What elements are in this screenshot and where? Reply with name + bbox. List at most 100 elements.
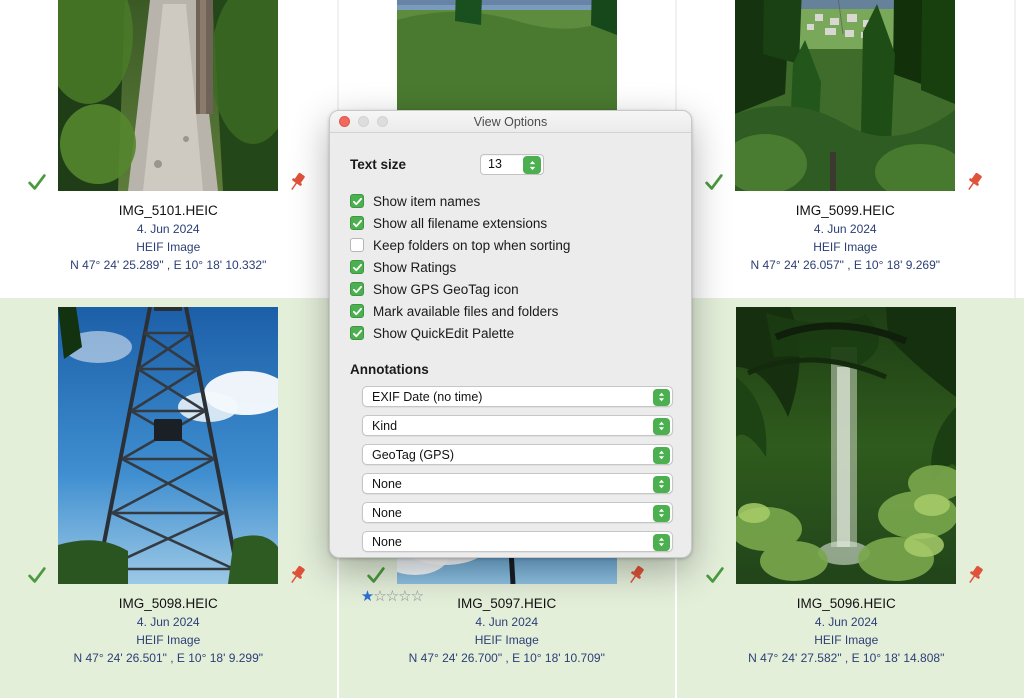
grid-item-IMG_5096[interactable]: IMG_5096.HEIC 4. Jun 2024 HEIF Image N 4…: [677, 298, 1016, 698]
grid-item-IMG_5101[interactable]: IMG_5101.HEIC 4. Jun 2024 HEIF Image N 4…: [0, 0, 339, 298]
thumbnail-wrap[interactable]: [28, 0, 305, 191]
thumbnail-wrap[interactable]: [396, 0, 617, 112]
file-geotag: N 47° 24' 26.057" , E 10° 18' 9.269": [750, 258, 941, 272]
thumbnail-wrap[interactable]: [706, 307, 983, 584]
annotation-select-6[interactable]: None: [362, 531, 673, 552]
checkbox-label: Show Ratings: [373, 259, 457, 275]
popup-arrows-icon[interactable]: [653, 388, 670, 406]
zoom-button[interactable]: [377, 116, 388, 127]
checkbox-icon[interactable]: [350, 260, 364, 274]
check-icon: [703, 171, 725, 193]
file-geotag: N 47° 24' 27.582" , E 10° 18' 14.808": [748, 651, 945, 665]
file-date: 4. Jun 2024: [136, 222, 200, 236]
checkbox-icon[interactable]: [350, 282, 364, 296]
star-1[interactable]: ★: [361, 588, 374, 605]
star-3[interactable]: ☆: [386, 588, 399, 605]
file-date: 4. Jun 2024: [814, 615, 878, 629]
dialog-titlebar[interactable]: View Options: [330, 111, 691, 133]
annotation-value: EXIF Date (no time): [372, 389, 483, 404]
star-rating[interactable]: ★☆☆☆☆: [361, 588, 424, 605]
thumbnail-valley-overlook[interactable]: [735, 0, 956, 191]
annotation-select-4[interactable]: None: [362, 473, 673, 494]
checkbox-keep-folders-on-top[interactable]: Keep folders on top when sorting: [350, 234, 671, 256]
annotation-value: None: [372, 534, 402, 549]
annotation-select-3[interactable]: GeoTag (GPS): [362, 444, 673, 465]
checkbox-label: Show GPS GeoTag icon: [373, 281, 519, 297]
popup-arrows-icon[interactable]: [653, 417, 670, 435]
dialog-body: Text size 13 Show item names Show all fi…: [330, 133, 691, 552]
checkbox-icon[interactable]: [350, 238, 364, 252]
annotation-select-5[interactable]: None: [362, 502, 673, 523]
check-icon: [704, 564, 726, 586]
file-geotag: N 47° 24' 26.501" , E 10° 18' 9.299": [73, 651, 264, 665]
file-kind: HEIF Image: [814, 633, 879, 647]
text-size-label: Text size: [350, 156, 407, 172]
popup-arrows-icon[interactable]: [653, 533, 670, 551]
checkbox-label: Show all filename extensions: [373, 215, 548, 231]
checkbox-icon[interactable]: [350, 216, 364, 230]
popup-arrows-icon[interactable]: [653, 446, 670, 464]
pin-icon: [286, 564, 308, 586]
thumbnail-forest-waterfall[interactable]: [736, 307, 957, 584]
annotation-value: None: [372, 476, 402, 491]
thumbnail-steel-tower-upward[interactable]: [58, 307, 279, 584]
checkbox-icon[interactable]: [350, 194, 364, 208]
file-name: IMG_5096.HEIC: [796, 596, 896, 611]
checkbox-label: Show QuickEdit Palette: [373, 325, 515, 341]
pin-icon: [964, 564, 986, 586]
annotations-heading: Annotations: [350, 362, 429, 377]
annotation-value: GeoTag (GPS): [372, 447, 454, 462]
pin-icon: [625, 564, 647, 586]
file-kind: HEIF Image: [813, 240, 878, 254]
file-kind: HEIF Image: [136, 633, 201, 647]
checkbox-show-gps-geotag-icon[interactable]: Show GPS GeoTag icon: [350, 278, 671, 300]
minimize-button[interactable]: [358, 116, 369, 127]
caption: IMG_5099.HEIC 4. Jun 2024 HEIF Image N 4…: [677, 191, 1014, 274]
close-button[interactable]: [339, 116, 350, 127]
annotation-select-2[interactable]: Kind: [362, 415, 673, 436]
checkbox-icon[interactable]: [350, 326, 364, 340]
caption: IMG_5096.HEIC 4. Jun 2024 HEIF Image N 4…: [677, 584, 1016, 667]
star-5[interactable]: ☆: [411, 588, 424, 605]
check-icon: [26, 564, 48, 586]
thumbnail-gondola-cable-car[interactable]: [396, 0, 617, 112]
file-date: 4. Jun 2024: [475, 615, 539, 629]
thumbnail-wrap[interactable]: [28, 307, 305, 584]
caption: IMG_5098.HEIC 4. Jun 2024 HEIF Image N 4…: [0, 584, 337, 667]
file-kind: HEIF Image: [474, 633, 539, 647]
popup-arrows-icon[interactable]: [653, 504, 670, 522]
text-size-stepper[interactable]: 13: [480, 153, 544, 175]
checkbox-show-quickedit-palette[interactable]: Show QuickEdit Palette: [350, 322, 671, 344]
checkbox-icon[interactable]: [350, 304, 364, 318]
checkbox-show-item-names[interactable]: Show item names: [350, 190, 671, 212]
pin-icon: [963, 171, 985, 193]
checkbox-label: Keep folders on top when sorting: [373, 237, 571, 253]
checkbox-mark-available-files[interactable]: Mark available files and folders: [350, 300, 671, 322]
stepper-arrows-icon[interactable]: [523, 156, 541, 174]
pin-icon: [286, 171, 308, 193]
file-date: 4. Jun 2024: [136, 615, 200, 629]
thumbnail-forest-trail-hiker[interactable]: [58, 0, 279, 191]
annotation-value: Kind: [372, 418, 398, 433]
view-options-dialog[interactable]: View Options Text size 13 Show item name…: [329, 110, 692, 558]
checkbox-show-ratings[interactable]: Show Ratings: [350, 256, 671, 278]
file-kind: HEIF Image: [136, 240, 201, 254]
check-icon: [365, 564, 387, 586]
window-controls[interactable]: [330, 116, 388, 127]
file-name: IMG_5098.HEIC: [118, 596, 218, 611]
star-2[interactable]: ☆: [373, 588, 386, 605]
checkbox-label: Show item names: [373, 193, 481, 209]
file-date: 4. Jun 2024: [813, 222, 877, 236]
star-4[interactable]: ☆: [398, 588, 411, 605]
thumbnail-wrap[interactable]: [705, 0, 982, 191]
checkbox-show-all-filename-extensions[interactable]: Show all filename extensions: [350, 212, 671, 234]
popup-arrows-icon[interactable]: [653, 475, 670, 493]
text-size-value: 13: [488, 157, 502, 171]
caption: IMG_5101.HEIC 4. Jun 2024 HEIF Image N 4…: [0, 191, 337, 274]
checkbox-label: Mark available files and folders: [373, 303, 559, 319]
grid-item-IMG_5098[interactable]: IMG_5098.HEIC 4. Jun 2024 HEIF Image N 4…: [0, 298, 339, 698]
check-icon: [26, 171, 48, 193]
annotation-select-1[interactable]: EXIF Date (no time): [362, 386, 673, 407]
text-size-row: Text size 13: [350, 151, 671, 177]
grid-item-IMG_5099[interactable]: IMG_5099.HEIC 4. Jun 2024 HEIF Image N 4…: [677, 0, 1016, 298]
